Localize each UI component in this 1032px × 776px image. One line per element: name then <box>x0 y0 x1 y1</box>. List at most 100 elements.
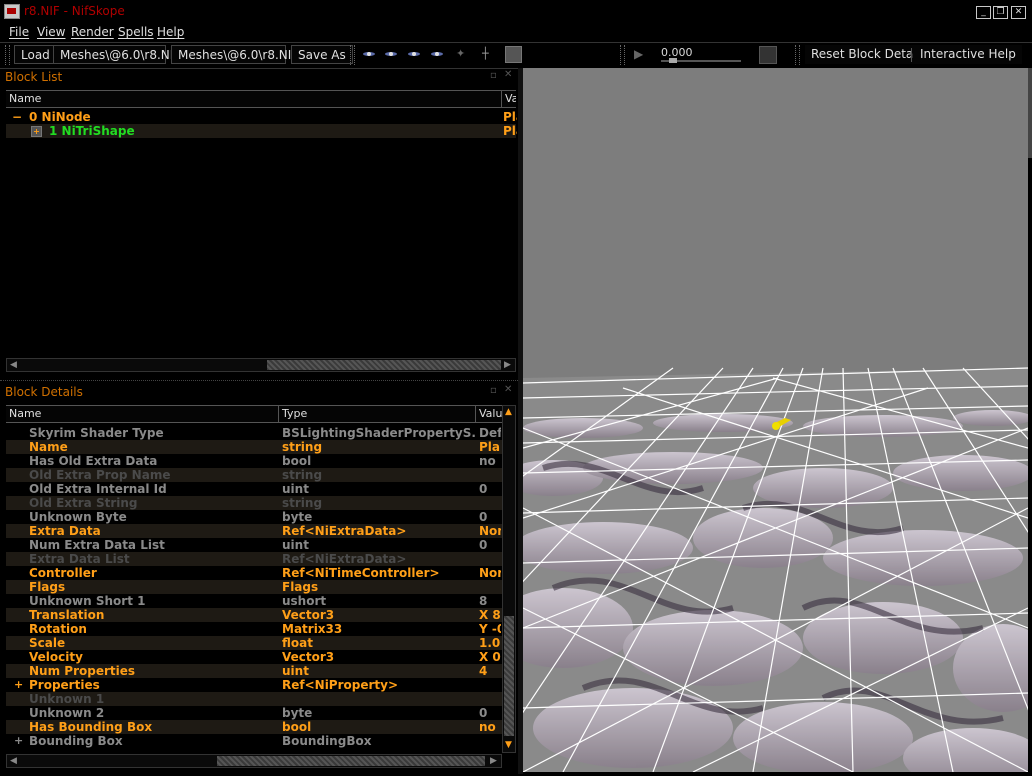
expand-icon[interactable]: + <box>31 126 42 137</box>
scrollbar-thumb[interactable] <box>267 360 501 370</box>
pin-icon[interactable]: ✦ <box>456 47 466 61</box>
close-button[interactable]: ✕ <box>1011 6 1026 19</box>
float-icon[interactable]: ▫ <box>490 385 497 396</box>
scrollbar-thumb[interactable] <box>217 756 485 766</box>
detail-row[interactable]: Extra Data Ref<NiExtraData> Non <box>6 524 502 538</box>
load-path-field[interactable]: Meshes\@6.0\r8.NIF <box>53 45 180 64</box>
detail-value[interactable]: no <box>479 454 501 468</box>
detail-row[interactable]: Unknown Byte byte 0 <box>6 510 502 524</box>
detail-row[interactable]: Scale float 1.0 <box>6 636 502 650</box>
close-icon[interactable]: ✕ <box>504 384 512 395</box>
toolbar-separator <box>795 45 800 65</box>
toolbar-grip[interactable] <box>5 45 10 65</box>
detail-row[interactable]: Velocity Vector3 X 0 <box>6 650 502 664</box>
detail-value[interactable]: X 0 <box>479 650 501 664</box>
detail-value[interactable]: 0 <box>479 482 501 496</box>
load-button[interactable]: Load <box>14 45 57 64</box>
wireframe-toggle-icon[interactable] <box>505 46 522 63</box>
detail-value[interactable]: Def <box>479 426 501 440</box>
column-name[interactable]: Name <box>6 91 502 107</box>
detail-row[interactable]: Old Extra Internal Id uint 0 <box>6 482 502 496</box>
play-icon[interactable]: ▶ <box>634 47 643 61</box>
detail-row[interactable]: + Properties Ref<NiProperty> <box>6 678 502 692</box>
view-eye-icon[interactable] <box>431 50 443 58</box>
scroll-down-icon[interactable]: ▼ <box>505 740 512 750</box>
save-path-field[interactable]: Meshes\@6.0\r8.NIF <box>171 45 298 64</box>
block-list-panel: Block List ▫ ✕ Name Val − 0 NiNode Pla +… <box>0 68 518 378</box>
menu-file[interactable]: File <box>9 25 29 39</box>
block-list-header: Name Val <box>6 90 516 108</box>
float-icon[interactable]: ▫ <box>490 70 497 81</box>
column-value[interactable]: Value <box>476 406 502 422</box>
scroll-up-icon[interactable]: ▲ <box>505 407 512 417</box>
detail-value[interactable]: 0 <box>479 538 501 552</box>
view-eye-icon[interactable] <box>363 50 375 58</box>
detail-row[interactable]: Name string Plan <box>6 440 502 454</box>
tree-row-ninode[interactable]: − 0 NiNode Pla <box>6 110 517 124</box>
detail-value[interactable]: Nor <box>479 566 501 580</box>
time-slider-handle[interactable] <box>669 58 677 63</box>
expand-icon[interactable]: + <box>14 678 23 691</box>
column-name[interactable]: Name <box>6 406 279 422</box>
render-viewport[interactable] <box>523 68 1028 772</box>
menu-spells[interactable]: Spells <box>118 25 154 39</box>
viewport-edge-scrollbar[interactable] <box>1028 68 1032 158</box>
detail-value[interactable]: 0 <box>479 706 501 720</box>
block-details-rows: Skyrim Shader Type BSLightingShaderProper… <box>0 426 502 754</box>
detail-row[interactable]: Controller Ref<NiTimeController> Nor <box>6 566 502 580</box>
detail-row[interactable]: + Bounding Box BoundingBox <box>6 734 502 748</box>
detail-row[interactable]: Has Bounding Box bool no <box>6 720 502 734</box>
interactive-help-button[interactable]: Interactive Help <box>914 45 1022 64</box>
block-details-hscrollbar[interactable]: ◀ ▶ <box>6 754 502 768</box>
detail-value[interactable]: 8 <box>479 594 501 608</box>
menu-render[interactable]: Render <box>71 25 114 39</box>
detail-value[interactable]: 1.0 <box>479 636 501 650</box>
minimize-button[interactable]: _ <box>976 6 991 19</box>
detail-row[interactable]: Unknown 2 byte 0 <box>6 706 502 720</box>
detail-row[interactable]: Num Extra Data List uint 0 <box>6 538 502 552</box>
detail-value[interactable]: Non <box>479 524 501 538</box>
detail-row[interactable]: Old Extra Prop Name string <box>6 468 502 482</box>
view-eye-icon[interactable] <box>408 50 420 58</box>
detail-row[interactable]: Has Old Extra Data bool no <box>6 454 502 468</box>
detail-value[interactable]: Plan <box>479 440 501 454</box>
detail-row[interactable]: Flags Flags <box>6 580 502 594</box>
detail-row[interactable]: Num Properties uint 4 <box>6 664 502 678</box>
restore-button[interactable]: ❐ <box>993 6 1008 19</box>
detail-row[interactable]: Rotation Matrix33 Y -0 <box>6 622 502 636</box>
save-as-button[interactable]: Save As <box>291 45 353 64</box>
detail-value[interactable]: no <box>479 720 501 734</box>
column-type[interactable]: Type <box>279 406 476 422</box>
detail-value[interactable]: Y -0 <box>479 622 501 636</box>
detail-row[interactable]: Unknown 1 <box>6 692 502 706</box>
menu-help[interactable]: Help <box>157 25 184 39</box>
collapse-icon[interactable]: − <box>12 110 22 124</box>
block-details-vscrollbar[interactable]: ▲ ▼ <box>502 405 516 753</box>
loop-icon[interactable] <box>759 46 777 64</box>
detail-value[interactable]: X 8 <box>479 608 501 622</box>
detail-type: Vector3 <box>282 608 335 622</box>
axes-icon[interactable]: ┼ <box>482 47 498 61</box>
scrollbar-thumb[interactable] <box>504 616 514 736</box>
column-value[interactable]: Val <box>502 91 516 107</box>
detail-row[interactable]: Skyrim Shader Type BSLightingShaderProper… <box>6 426 502 440</box>
view-eye-icon[interactable] <box>385 50 397 58</box>
tree-row-nitrishape[interactable]: + 1 NiTriShape Pla <box>6 124 517 138</box>
close-icon[interactable]: ✕ <box>504 69 512 80</box>
scroll-right-icon[interactable]: ▶ <box>504 360 511 370</box>
detail-row[interactable]: Extra Data List Ref<NiExtraData> <box>6 552 502 566</box>
menu-view[interactable]: View <box>37 25 65 39</box>
scroll-left-icon[interactable]: ◀ <box>10 360 17 370</box>
detail-value[interactable]: 4 <box>479 664 501 678</box>
detail-row[interactable]: Old Extra String string <box>6 496 502 510</box>
block-list-hscrollbar[interactable]: ◀ ▶ <box>6 358 516 372</box>
scroll-left-icon[interactable]: ◀ <box>10 756 17 766</box>
detail-row[interactable]: Translation Vector3 X 8 <box>6 608 502 622</box>
expand-icon[interactable]: + <box>14 734 23 747</box>
scroll-right-icon[interactable]: ▶ <box>490 756 497 766</box>
detail-name: Old Extra String <box>29 496 138 510</box>
detail-name: Unknown Short 1 <box>29 594 146 608</box>
detail-row[interactable]: Unknown Short 1 ushort 8 <box>6 594 502 608</box>
detail-type: string <box>282 496 323 510</box>
detail-value[interactable]: 0 <box>479 510 501 524</box>
